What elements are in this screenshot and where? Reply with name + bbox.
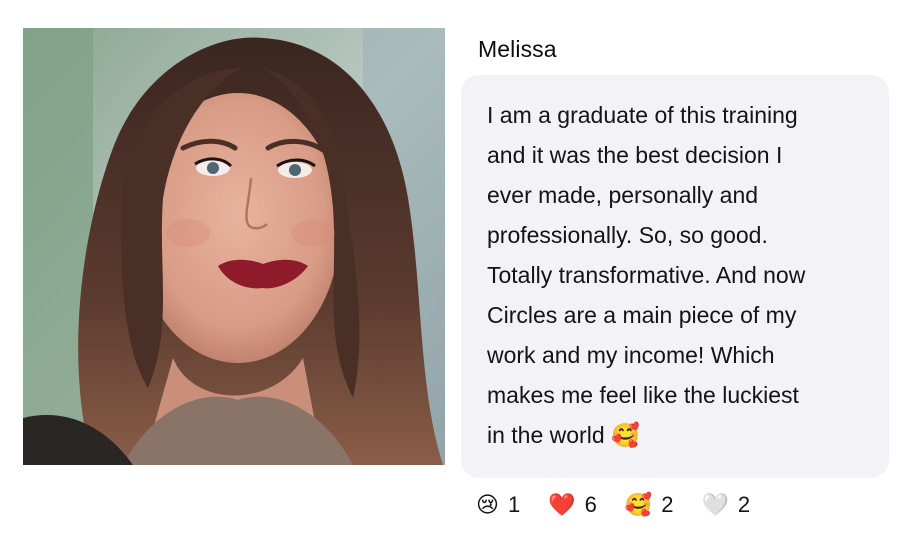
reaction-bar: 😢 1 ❤️ 6 🥰 2 🤍 2 (476, 489, 778, 521)
reaction-count: 6 (584, 492, 597, 517)
reaction-count: 1 (507, 492, 521, 517)
reaction-white-heart[interactable]: 🤍 2 (702, 492, 751, 518)
message-bubble: I am a graduate of this training and it … (461, 75, 889, 478)
white-heart-icon: 🤍 (701, 492, 729, 517)
profile-photo (23, 28, 445, 465)
reaction-sad[interactable]: 😢 1 (476, 492, 520, 518)
author-name: Melissa (478, 36, 557, 62)
red-heart-icon: ❤️ (548, 492, 576, 517)
reaction-love[interactable]: 🥰 2 (625, 492, 674, 518)
crying-face-icon: 😢 (476, 492, 499, 517)
reaction-count: 2 (737, 492, 751, 517)
reaction-count: 2 (661, 492, 674, 517)
message-text: I am a graduate of this training and it … (487, 102, 806, 448)
reaction-heart[interactable]: ❤️ 6 (548, 492, 597, 518)
portrait-illustration (23, 28, 445, 465)
smiling-face-with-hearts-icon: 🥰 (624, 492, 653, 517)
